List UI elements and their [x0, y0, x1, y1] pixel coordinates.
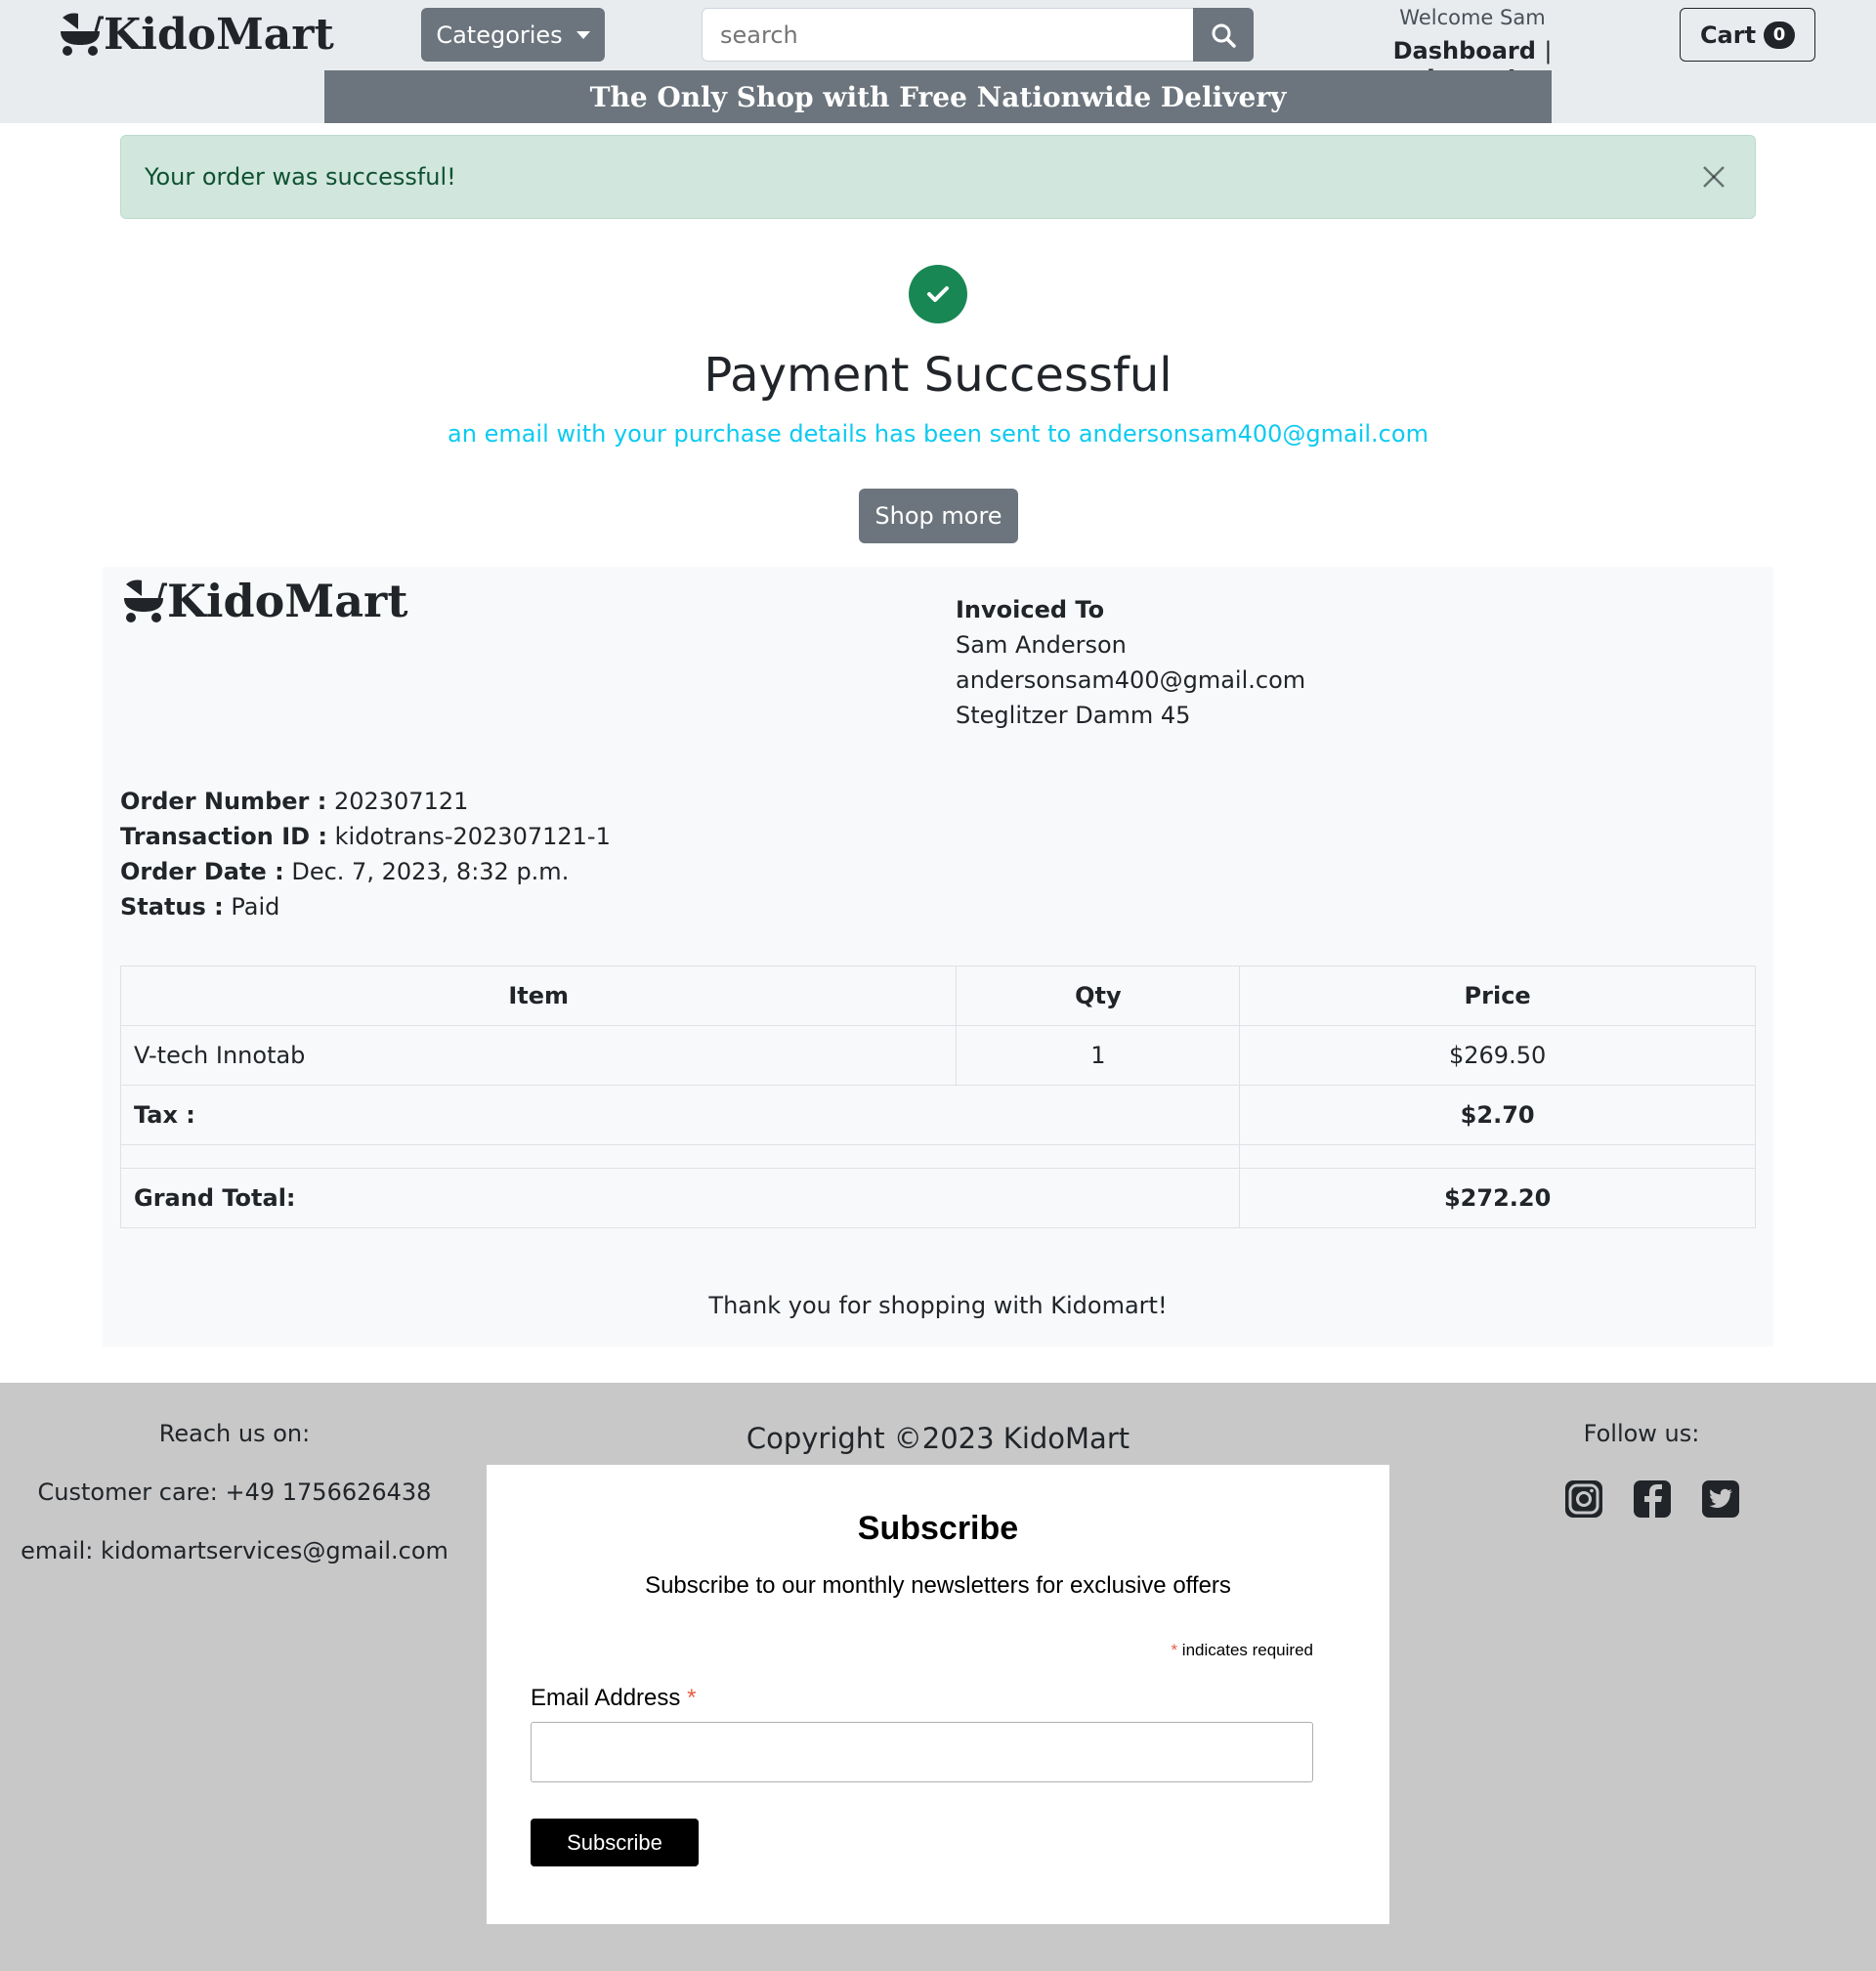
order-date: Dec. 7, 2023, 8:32 p.m.: [291, 858, 570, 885]
footer: Reach us on: Customer care: +49 17566264…: [0, 1383, 1876, 1971]
invoice-card: KidoMart Invoiced To Sam Anderson anders…: [103, 567, 1773, 1347]
item-price: $269.50: [1239, 1025, 1756, 1086]
status-row: Status : Paid: [120, 889, 611, 924]
subscribe-button[interactable]: Subscribe: [531, 1819, 699, 1866]
invoice-logo-text: KidoMart: [167, 575, 408, 627]
contact-email-link[interactable]: kidomartservices@gmail.com: [101, 1537, 448, 1564]
grand-total-label: Grand Total:: [119, 1168, 1241, 1228]
item-qty: 1: [956, 1025, 1241, 1086]
email-label-text: Email Address: [531, 1685, 681, 1711]
invoice-logo: KidoMart: [120, 575, 408, 627]
customer-care: Customer care: +49 1756626438: [37, 1478, 432, 1506]
email-prefix: email:: [21, 1537, 94, 1564]
cart-label: Cart: [1699, 21, 1757, 49]
customer-email: andersonsam400@gmail.com: [956, 666, 1306, 694]
welcome-text: Welcome Sam: [1399, 6, 1546, 29]
email-field[interactable]: [531, 1722, 1313, 1782]
thank-you-message: Thank you for shopping with Kidomart!: [708, 1292, 1168, 1319]
transaction-id-row: Transaction ID : kidotrans-202307121-1: [120, 819, 611, 854]
brand-logo[interactable]: KidoMart: [57, 9, 334, 60]
required-note-text: indicates required: [1181, 1641, 1313, 1659]
order-date-row: Order Date : Dec. 7, 2023, 8:32 p.m.: [120, 854, 611, 889]
categories-label: Categories: [436, 21, 563, 49]
transaction-id: kidotrans-202307121-1: [334, 823, 611, 850]
order-details: Order Number : 202307121 Transaction ID …: [120, 784, 611, 924]
transaction-id-label: Transaction ID :: [120, 823, 327, 850]
order-number: 202307121: [333, 788, 469, 815]
dashboard-link[interactable]: Dashboard: [1393, 37, 1536, 64]
item-name: V-tech Innotab: [119, 1025, 958, 1086]
tax-label: Tax :: [119, 1085, 1241, 1145]
grand-total-value: $272.20: [1239, 1168, 1756, 1228]
grand-total-row: Grand Total: $272.20: [119, 1168, 1756, 1228]
promo-banner: The Only Shop with Free Nationwide Deliv…: [324, 70, 1552, 123]
logo-text: KidoMart: [104, 9, 334, 60]
social-links: [1563, 1478, 1741, 1520]
customer-address: Steglitzer Damm 45: [956, 702, 1191, 729]
required-asterisk: *: [1171, 1641, 1178, 1659]
order-number-label: Order Number :: [120, 788, 327, 815]
alert-message: Your order was successful!: [145, 163, 456, 191]
order-date-label: Order Date :: [120, 858, 284, 885]
customer-name: Sam Anderson: [956, 631, 1127, 659]
follow-us-label: Follow us:: [1583, 1420, 1700, 1447]
check-icon: [927, 286, 949, 302]
link-separator: |: [1544, 37, 1553, 64]
twitter-icon[interactable]: [1700, 1478, 1741, 1520]
cart-count-badge: 0: [1764, 21, 1796, 49]
table-header-row: Item Qty Price: [119, 965, 1756, 1026]
check-circle-icon: [909, 265, 967, 323]
spacer-row: [119, 1144, 1756, 1169]
column-header-item: Item: [119, 965, 958, 1026]
caret-down-icon: [576, 30, 590, 39]
subscribe-title: Subscribe: [857, 1510, 1019, 1547]
table-row: V-tech Innotab 1 $269.50: [119, 1025, 1756, 1086]
subscribe-form: Subscribe Subscribe to our monthly newsl…: [487, 1465, 1389, 1924]
items-table: Item Qty Price V-tech Innotab 1 $269.50 …: [119, 965, 1756, 1228]
search-button[interactable]: [1193, 8, 1254, 62]
facebook-icon[interactable]: [1632, 1478, 1673, 1520]
column-header-qty: Qty: [956, 965, 1241, 1026]
required-note: * indicates required: [1171, 1641, 1313, 1660]
stroller-icon: [124, 579, 167, 622]
contact-email-row: email: kidomartservices@gmail.com: [0, 1537, 469, 1564]
success-alert: Your order was successful!: [120, 135, 1756, 219]
search-input[interactable]: [702, 8, 1193, 62]
tax-value: $2.70: [1239, 1085, 1756, 1145]
top-navbar: KidoMart Categories Welcome Sam Dashboar…: [0, 0, 1876, 123]
stroller-icon: [61, 13, 104, 56]
shop-more-button[interactable]: Shop more: [859, 489, 1018, 543]
email-confirmation-note: an email with your purchase details has …: [448, 420, 1428, 448]
cart-button[interactable]: Cart 0: [1680, 8, 1815, 62]
required-asterisk: *: [687, 1685, 697, 1711]
search-icon: [1212, 23, 1236, 48]
email-address-label: Email Address *: [531, 1685, 696, 1712]
page-title: Payment Successful: [704, 348, 1172, 403]
order-status: Paid: [231, 893, 280, 921]
close-icon[interactable]: [1696, 159, 1731, 194]
status-label: Status :: [120, 893, 224, 921]
invoiced-to-block: Invoiced To Sam Anderson andersonsam400@…: [956, 592, 1305, 733]
categories-dropdown-button[interactable]: Categories: [421, 8, 605, 62]
invoiced-to-label: Invoiced To: [956, 596, 1105, 623]
tax-row: Tax : $2.70: [119, 1085, 1756, 1145]
order-number-row: Order Number : 202307121: [120, 784, 611, 819]
search-form: [702, 8, 1254, 62]
instagram-icon[interactable]: [1563, 1478, 1604, 1520]
column-header-price: Price: [1239, 965, 1756, 1026]
subscribe-description: Subscribe to our monthly newsletters for…: [645, 1572, 1231, 1599]
